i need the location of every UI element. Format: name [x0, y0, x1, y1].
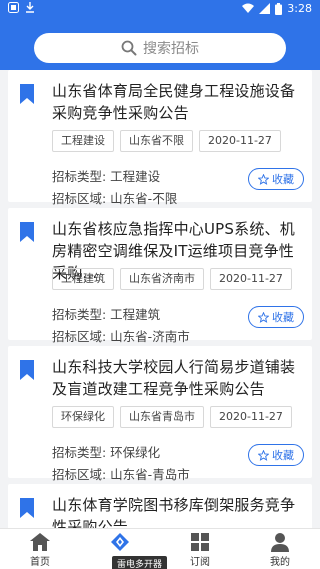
tag-region: 山东省青岛市: [120, 406, 204, 428]
bookmark-icon: [20, 84, 34, 104]
status-time: 3:28: [287, 2, 312, 15]
tab-home-label: 首页: [30, 557, 50, 568]
tab-mine-label: 我的: [270, 557, 290, 568]
tab-home[interactable]: 首页: [0, 529, 80, 569]
star-icon: [258, 173, 269, 185]
grid-icon: [191, 533, 209, 551]
favorite-button[interactable]: 收藏: [248, 306, 304, 328]
tag-region: 山东省济南市: [120, 268, 204, 290]
tag-date: 2020-11-27: [199, 130, 281, 152]
tag-group: 工程建设 山东省不限 2020-11-27: [52, 130, 281, 152]
tender-type: 招标类型: 工程建设: [52, 169, 161, 184]
bookmark-icon: [20, 360, 34, 380]
favorite-button[interactable]: 收藏: [248, 168, 304, 190]
search-placeholder: 搜索招标: [143, 41, 199, 57]
download-icon: [26, 2, 34, 13]
favorite-button[interactable]: 收藏: [248, 444, 304, 466]
favorite-label: 收藏: [272, 449, 294, 462]
bookmark-icon: [20, 498, 34, 518]
tender-region: 招标区域: 山东省-不限: [52, 191, 178, 206]
wifi-icon: [242, 3, 255, 13]
tag-region: 山东省不限: [120, 130, 193, 152]
tab-subscribe-label: 订阅: [190, 557, 210, 568]
header: 搜索招标: [0, 20, 320, 70]
app-notification-icon: [8, 2, 19, 13]
tag-date: 2020-11-27: [210, 406, 292, 428]
star-icon: [258, 449, 269, 461]
search-icon: [121, 40, 137, 56]
tender-type: 招标类型: 环保绿化: [52, 445, 161, 460]
list-item[interactable]: 山东科技大学校园人行简易步道铺装及盲道改建工程竞争性采购公告 环保绿化 山东省青…: [8, 346, 312, 482]
star-icon: [258, 311, 269, 323]
battery-icon: [275, 2, 283, 15]
tender-region: 招标区域: 山东省-青岛市: [52, 467, 190, 482]
favorite-label: 收藏: [272, 311, 294, 324]
tab-subscribe[interactable]: 订阅: [160, 529, 240, 569]
diamond-icon: [111, 533, 129, 551]
tender-type: 招标类型: 工程建筑: [52, 307, 161, 322]
list-item[interactable]: 山东省体育局全民健身工程设施设备采购竞争性采购公告 工程建设 山东省不限 202…: [8, 70, 312, 206]
user-icon: [271, 533, 289, 552]
tag-category: 工程建筑: [52, 268, 114, 290]
status-bar: 3:28: [0, 0, 320, 20]
item-title: 山东省体育局全民健身工程设施设备采购竞争性采购公告: [52, 82, 296, 122]
tag-group: 环保绿化 山东省青岛市 2020-11-27: [52, 406, 292, 428]
tag-group: 工程建筑 山东省济南市 2020-11-27: [52, 268, 292, 290]
tag-category: 环保绿化: [52, 406, 114, 428]
home-icon: [30, 533, 50, 551]
tab-mine[interactable]: 我的: [240, 529, 320, 569]
tag-category: 工程建设: [52, 130, 114, 152]
signal-icon: [259, 3, 271, 14]
item-title: 山东科技大学校园人行简易步道铺装及盲道改建工程竞争性采购公告: [52, 358, 296, 398]
tag-date: 2020-11-27: [210, 268, 292, 290]
list-item[interactable]: 山东省核应急指挥中心UPS系统、机房精密空调维保及IT运维项目竞争性采购... …: [8, 208, 312, 344]
emulator-tooltip: 雷电多开器: [112, 556, 168, 569]
search-input[interactable]: 搜索招标: [34, 33, 286, 63]
bookmark-icon: [20, 222, 34, 242]
tender-region: 招标区域: 山东省-济南市: [52, 329, 190, 344]
favorite-label: 收藏: [272, 173, 294, 186]
